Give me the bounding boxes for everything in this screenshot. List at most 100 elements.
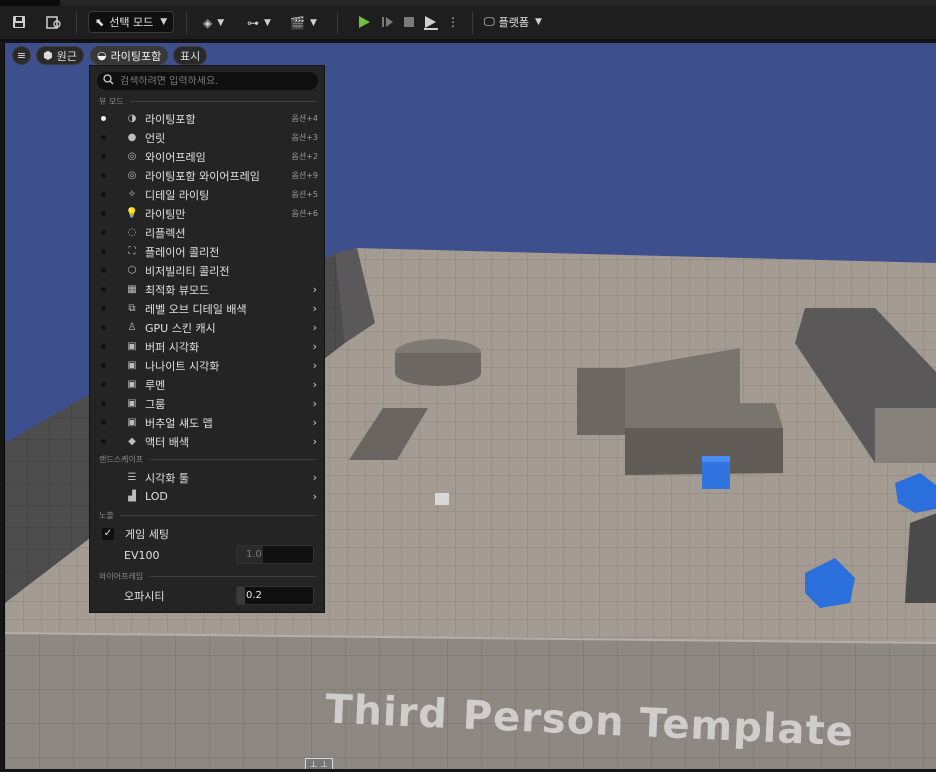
view-mode-label: 레벨 오브 디테일 배색 bbox=[145, 302, 247, 316]
chevron-down-icon: ▼ bbox=[160, 17, 168, 27]
view-mode-label: 그룸 bbox=[145, 397, 166, 411]
radio-unselected[interactable] bbox=[101, 439, 106, 444]
view-mode-item[interactable]: ◌ 리플렉션 bbox=[90, 223, 324, 242]
view-mode-item[interactable]: ◆ 액터 배색 › bbox=[90, 432, 324, 451]
select-mode-dropdown[interactable]: ⬉ 선택 모드 ▼ bbox=[88, 11, 174, 33]
section-label: 뷰 모드 bbox=[99, 97, 124, 106]
toolbar-divider bbox=[186, 12, 187, 34]
toolbar-divider bbox=[337, 12, 338, 34]
search-input[interactable] bbox=[120, 75, 310, 87]
radio-unselected[interactable] bbox=[101, 135, 106, 140]
menu-item-lod[interactable]: ▟ LOD › bbox=[90, 487, 324, 506]
visualizer-icon: ☰ bbox=[127, 472, 137, 483]
lumen-icon: ▣ bbox=[127, 379, 137, 390]
view-mode-item[interactable]: ⧉ 레벨 오브 디테일 배색 › bbox=[90, 299, 324, 318]
opacity-value: 0.2 bbox=[246, 590, 262, 601]
menu-search-box[interactable] bbox=[97, 72, 318, 90]
more-icon[interactable]: ⋮ bbox=[444, 13, 462, 31]
radio-unselected[interactable] bbox=[101, 401, 106, 406]
chevron-right-icon: › bbox=[312, 490, 317, 503]
menu-item-visualizer[interactable]: ☰ 시각화 툴 › bbox=[90, 468, 324, 487]
view-mode-item[interactable]: 💡 라이팅만 옵션+6 bbox=[90, 204, 324, 223]
radio-unselected[interactable] bbox=[101, 306, 106, 311]
save-icon[interactable] bbox=[10, 13, 28, 31]
play-icon[interactable] bbox=[355, 13, 373, 31]
radio-unselected[interactable] bbox=[101, 173, 106, 178]
platforms-button[interactable]: 🖵 플랫폼 ▼ bbox=[484, 14, 542, 30]
show-label: 표시 bbox=[180, 49, 201, 63]
chevron-right-icon: › bbox=[312, 321, 317, 334]
radio-unselected[interactable] bbox=[101, 344, 106, 349]
perspective-button[interactable]: ⬢ 원근 bbox=[36, 46, 84, 65]
view-mode-item[interactable]: ◑ 라이팅포함 옵션+4 bbox=[90, 109, 324, 128]
section-view-mode: 뷰 모드 bbox=[99, 96, 317, 107]
chevron-right-icon: › bbox=[312, 283, 317, 296]
spawn-marker: ⊥ ⊥ bbox=[305, 758, 333, 769]
view-mode-item[interactable]: ✧ 디테일 라이팅 옵션+5 bbox=[90, 185, 324, 204]
cinematics-button[interactable]: 🎬 ▼ bbox=[290, 14, 317, 32]
chevron-right-icon: › bbox=[312, 340, 317, 353]
view-mode-item[interactable]: ▣ 버퍼 시각화 › bbox=[90, 337, 324, 356]
view-mode-label: 비저빌리티 콜리전 bbox=[145, 264, 230, 278]
wireframe-sphere-icon: ◎ bbox=[127, 151, 137, 162]
advance-frame-icon[interactable] bbox=[378, 13, 396, 31]
radio-unselected[interactable] bbox=[101, 249, 106, 254]
view-mode-item[interactable]: ◎ 라이팅포함 와이어프레임 옵션+9 bbox=[90, 166, 324, 185]
toolbar-divider bbox=[76, 12, 77, 34]
radio-selected[interactable] bbox=[101, 116, 106, 121]
chevron-right-icon: › bbox=[312, 378, 317, 391]
section-label: 와이어프레임 bbox=[99, 572, 144, 581]
radio-unselected[interactable] bbox=[101, 268, 106, 273]
stop-icon[interactable] bbox=[400, 13, 418, 31]
radio-unselected[interactable] bbox=[101, 420, 106, 425]
section-label: 노출 bbox=[99, 511, 114, 520]
view-mode-item[interactable]: ▦ 최적화 뷰모드 › bbox=[90, 280, 324, 299]
view-mode-item[interactable]: ♙ GPU 스킨 캐시 › bbox=[90, 318, 324, 337]
opacity-row: 오파시티 0.2 bbox=[90, 585, 324, 607]
eject-icon[interactable] bbox=[422, 13, 440, 31]
content-browser-icon[interactable] bbox=[45, 13, 63, 31]
cube-icon: ⬢ bbox=[43, 49, 53, 62]
view-mode-label: 라이팅포함 bbox=[145, 112, 196, 126]
radio-unselected[interactable] bbox=[101, 154, 106, 159]
opacity-label: 오파시티 bbox=[124, 590, 165, 603]
radio-unselected[interactable] bbox=[101, 382, 106, 387]
view-mode-item[interactable]: ▣ 그룸 › bbox=[90, 394, 324, 413]
chevron-right-icon: › bbox=[312, 397, 317, 410]
ev100-field[interactable]: 1.0 bbox=[236, 545, 314, 564]
viewport-options-button[interactable]: ≡ bbox=[12, 46, 31, 65]
unlit-sphere-icon: ● bbox=[127, 132, 137, 143]
radio-unselected[interactable] bbox=[101, 287, 106, 292]
view-mode-label: 리플렉션 bbox=[145, 226, 186, 240]
view-mode-item[interactable]: ⬡ 비저빌리티 콜리전 bbox=[90, 261, 324, 280]
radio-unselected[interactable] bbox=[101, 363, 106, 368]
radio-unselected[interactable] bbox=[101, 192, 106, 197]
view-mode-label: 언릿 bbox=[145, 131, 166, 145]
groom-icon: ▣ bbox=[127, 398, 137, 409]
blueprint-button[interactable]: ⊶ ▼ bbox=[247, 14, 271, 32]
perspective-label: 원근 bbox=[56, 49, 77, 63]
view-mode-button[interactable]: ◒ 라이팅포함 bbox=[90, 46, 169, 65]
game-settings-checkbox[interactable]: ✓ bbox=[102, 527, 114, 540]
opacity-field[interactable]: 0.2 bbox=[236, 586, 314, 605]
view-mode-item[interactable]: ● 언릿 옵션+3 bbox=[90, 128, 324, 147]
view-mode-item[interactable]: ▣ 버추얼 섀도 맵 › bbox=[90, 413, 324, 432]
view-mode-item[interactable]: ⛶ 플레이어 콜리전 bbox=[90, 242, 324, 261]
view-mode-label: 액터 배색 bbox=[145, 435, 189, 449]
show-button[interactable]: 표시 bbox=[173, 46, 208, 65]
add-actor-button[interactable]: ◈ ▼ bbox=[203, 14, 224, 32]
bulb-icon: 💡 bbox=[125, 208, 139, 219]
game-settings-row[interactable]: ✓ 게임 세팅 bbox=[90, 524, 324, 543]
view-mode-item[interactable]: ▣ 나나이트 시각화 › bbox=[90, 356, 324, 375]
view-mode-item[interactable]: ▣ 루멘 › bbox=[90, 375, 324, 394]
optimization-icon: ▦ bbox=[127, 284, 137, 295]
radio-unselected[interactable] bbox=[101, 325, 106, 330]
buffer-icon: ▣ bbox=[127, 341, 137, 352]
radio-unselected[interactable] bbox=[101, 211, 106, 216]
view-mode-item[interactable]: ◎ 와이어프레임 옵션+2 bbox=[90, 147, 324, 166]
radio-unselected[interactable] bbox=[101, 230, 106, 235]
chevron-down-icon: ▼ bbox=[534, 17, 542, 27]
ev100-label: EV100 bbox=[124, 548, 160, 562]
vsm-icon: ▣ bbox=[127, 417, 137, 428]
shortcut-hint: 옵션+5 bbox=[291, 190, 318, 199]
